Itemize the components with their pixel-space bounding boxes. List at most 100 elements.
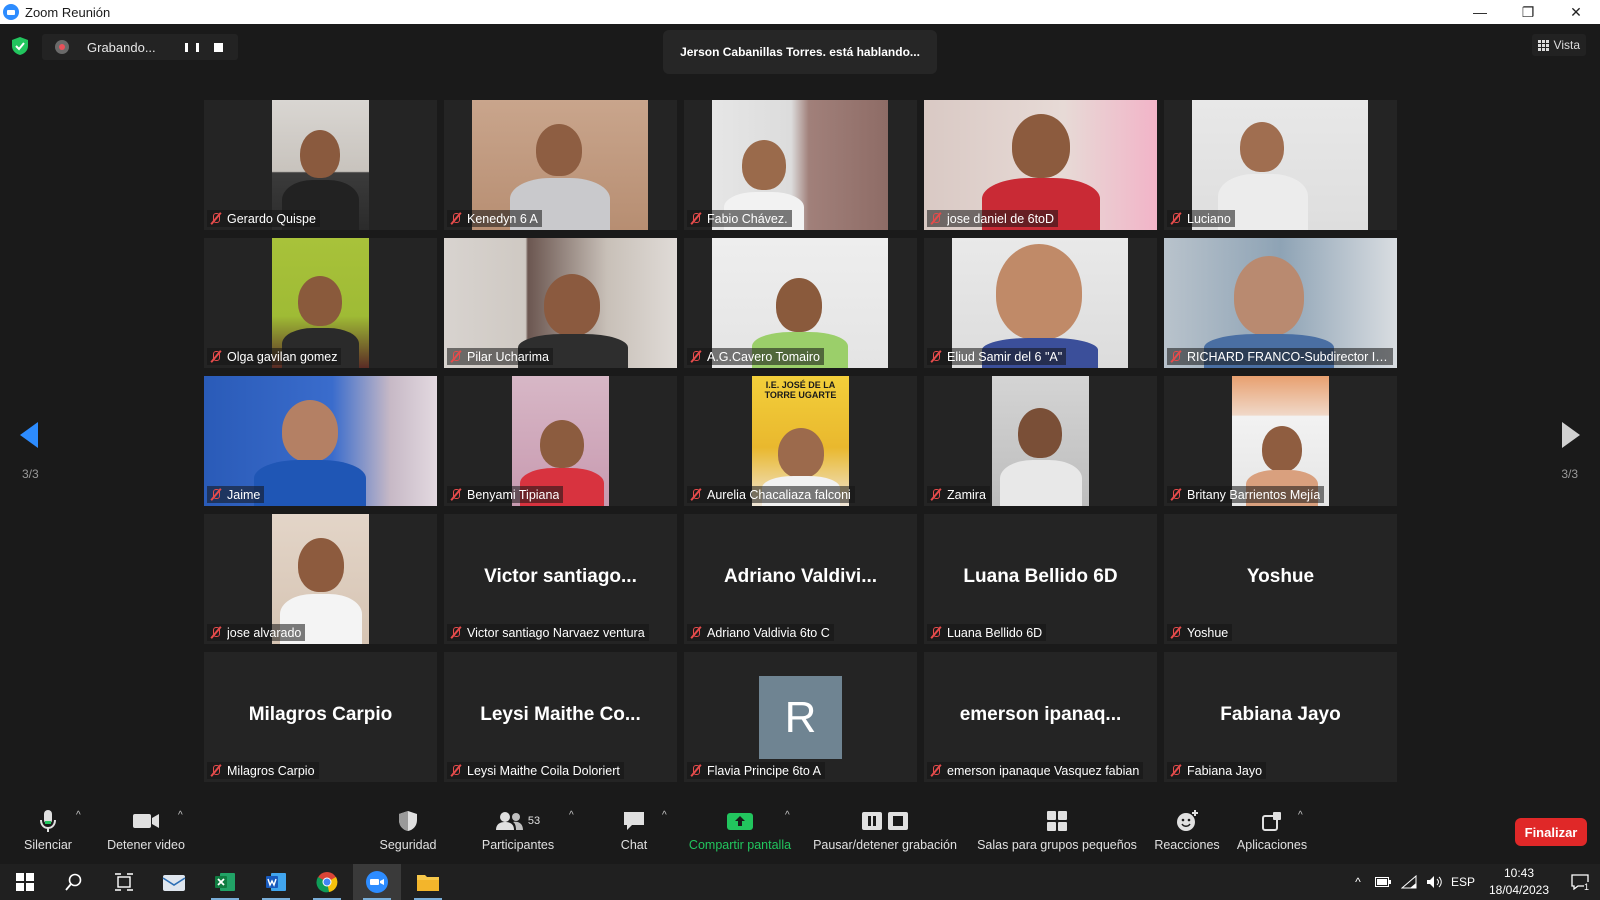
- show-hidden-icons-icon[interactable]: ^: [1346, 875, 1370, 889]
- mic-muted-icon: [930, 626, 942, 639]
- participant-tile[interactable]: Pilar Ucharima: [444, 238, 677, 368]
- participant-tile[interactable]: jose alvarado: [204, 514, 437, 644]
- participant-tile[interactable]: jose daniel de 6toD: [924, 100, 1157, 230]
- clock[interactable]: 10:43 18/04/2023: [1478, 865, 1560, 899]
- view-button[interactable]: Vista: [1531, 34, 1586, 56]
- participants-count: 53: [527, 815, 541, 827]
- window-controls: — ❐ ✕: [1456, 0, 1600, 24]
- participant-tile[interactable]: Eliud Samir del 6 "A": [924, 238, 1157, 368]
- mic-muted-icon: [210, 350, 222, 363]
- audio-options-caret-icon[interactable]: ^: [76, 810, 86, 821]
- participant-tile[interactable]: Fabiana Jayo Fabiana Jayo: [1164, 652, 1397, 782]
- excel-app-icon[interactable]: [201, 864, 249, 900]
- participant-tile[interactable]: Benyami Tipiana: [444, 376, 677, 506]
- notifications-icon[interactable]: 1: [1560, 874, 1600, 892]
- participant-tile[interactable]: Fabio Chávez.: [684, 100, 917, 230]
- mic-muted-icon: [930, 212, 942, 225]
- participant-tile[interactable]: Jaime: [204, 376, 437, 506]
- mic-muted-icon: [690, 212, 702, 225]
- participant-name-label: Eliud Samir del 6 "A": [927, 348, 1067, 365]
- search-icon[interactable]: [50, 864, 98, 900]
- share-screen-button[interactable]: Compartir pantalla: [686, 808, 794, 852]
- participant-tile[interactable]: I.E. JOSÉ DE LA TORRE UGARTE Aurelia Cha…: [684, 376, 917, 506]
- task-view-icon[interactable]: [100, 864, 148, 900]
- participant-name-label: Pilar Ucharima: [447, 348, 553, 365]
- participant-display-name: Luana Bellido 6D: [963, 566, 1118, 587]
- participant-display-name: Victor santiago...: [484, 566, 637, 587]
- poster-text: I.E. JOSÉ DE LA TORRE UGARTE: [764, 380, 837, 400]
- windows-taskbar: ^ ESP 10:43 18/04/2023 1: [0, 864, 1600, 900]
- reactions-button[interactable]: Reacciones: [1152, 808, 1222, 852]
- share-options-caret-icon[interactable]: ^: [785, 810, 795, 821]
- close-icon[interactable]: ✕: [1552, 0, 1600, 24]
- pause-recording-button[interactable]: [179, 34, 205, 60]
- share-screen-icon: [726, 808, 754, 834]
- participant-name-label: Jaime: [207, 486, 265, 503]
- chat-button[interactable]: Chat: [614, 808, 654, 852]
- participant-tile[interactable]: Britany Barrientos Mejía: [1164, 376, 1397, 506]
- volume-icon[interactable]: [1422, 875, 1448, 889]
- participant-tile[interactable]: Luana Bellido 6D Luana Bellido 6D: [924, 514, 1157, 644]
- mic-muted-icon: [450, 350, 462, 363]
- participant-tile[interactable]: R Flavia Principe 6to A: [684, 652, 917, 782]
- system-tray: ^ ESP 10:43 18/04/2023 1: [1346, 864, 1600, 900]
- file-explorer-icon[interactable]: [404, 864, 452, 900]
- participant-tile[interactable]: Yoshue Yoshue: [1164, 514, 1397, 644]
- windows-start-icon[interactable]: [1, 864, 49, 900]
- clock-date: 18/04/2023: [1488, 883, 1550, 897]
- participant-name-label: Milagros Carpio: [207, 762, 319, 779]
- apps-options-caret-icon[interactable]: ^: [1298, 810, 1308, 821]
- stop-video-button[interactable]: Detener video: [104, 808, 188, 852]
- breakout-rooms-button[interactable]: Salas para grupos pequeños: [975, 808, 1139, 852]
- participant-tile[interactable]: RICHARD FRANCO-Subdirector IE ...: [1164, 238, 1397, 368]
- participant-tile[interactable]: Gerardo Quispe: [204, 100, 437, 230]
- participant-name-label: Flavia Principe 6to A: [687, 762, 825, 779]
- mute-button[interactable]: Silenciar: [22, 808, 74, 852]
- participant-tile[interactable]: Kenedyn 6 A: [444, 100, 677, 230]
- restore-icon[interactable]: ❐: [1504, 0, 1552, 24]
- minimize-icon[interactable]: —: [1456, 0, 1504, 24]
- battery-icon[interactable]: [1370, 877, 1396, 887]
- mail-app-icon[interactable]: [150, 864, 198, 900]
- encryption-shield-icon[interactable]: [12, 37, 28, 55]
- participant-tile[interactable]: A.G.Cavero Tomairo: [684, 238, 917, 368]
- participant-tile[interactable]: Luciano: [1164, 100, 1397, 230]
- mic-muted-icon: [1170, 212, 1182, 225]
- language-indicator[interactable]: ESP: [1448, 875, 1478, 889]
- participant-tile[interactable]: emerson ipanaq... emerson ipanaque Vasqu…: [924, 652, 1157, 782]
- participant-name-label: jose alvarado: [207, 624, 306, 641]
- mic-muted-icon: [1170, 350, 1182, 363]
- participant-display-name: Adriano Valdivi...: [723, 566, 878, 587]
- grid-view-icon: [1537, 39, 1549, 51]
- end-meeting-button[interactable]: Finalizar: [1515, 818, 1587, 846]
- chrome-app-icon[interactable]: [303, 864, 351, 900]
- notifications-count: 1: [1584, 882, 1590, 892]
- network-icon[interactable]: [1396, 875, 1422, 889]
- participant-name-label: jose daniel de 6toD: [927, 210, 1059, 227]
- participant-tile[interactable]: Victor santiago... Victor santiago Narva…: [444, 514, 677, 644]
- participants-button[interactable]: 53 Participantes: [478, 808, 558, 852]
- previous-page-arrow-icon[interactable]: [20, 422, 44, 448]
- participant-tile[interactable]: Milagros Carpio Milagros Carpio: [204, 652, 437, 782]
- participant-tile[interactable]: Olga gavilan gomez: [204, 238, 437, 368]
- gallery-view: Gerardo Quispe Kenedyn 6 A Fabio Chávez.…: [204, 100, 1397, 782]
- participant-tile[interactable]: Adriano Valdivi... Adriano Valdivia 6to …: [684, 514, 917, 644]
- chat-options-caret-icon[interactable]: ^: [662, 810, 672, 821]
- mic-muted-icon: [210, 212, 222, 225]
- participant-tile[interactable]: Zamira: [924, 376, 1157, 506]
- security-button[interactable]: Seguridad: [377, 808, 439, 852]
- recording-dot-icon: [55, 40, 69, 54]
- window-titlebar: Zoom Reunión — ❐ ✕: [0, 0, 1600, 24]
- zoom-app-icon[interactable]: [353, 864, 401, 900]
- word-app-icon[interactable]: [252, 864, 300, 900]
- video-options-caret-icon[interactable]: ^: [178, 810, 188, 821]
- participant-name-label: Aurelia Chacaliaza falconi: [687, 486, 855, 503]
- stop-recording-button[interactable]: [205, 34, 231, 60]
- pause-stop-recording-button[interactable]: Pausar/detener grabación: [810, 808, 960, 852]
- mic-muted-icon: [1170, 764, 1182, 777]
- participant-tile[interactable]: Leysi Maithe Co... Leysi Maithe Coila Do…: [444, 652, 677, 782]
- mic-muted-icon: [690, 350, 702, 363]
- next-page-arrow-icon[interactable]: [1556, 422, 1580, 448]
- mic-muted-icon: [930, 488, 942, 501]
- participants-options-caret-icon[interactable]: ^: [569, 810, 579, 821]
